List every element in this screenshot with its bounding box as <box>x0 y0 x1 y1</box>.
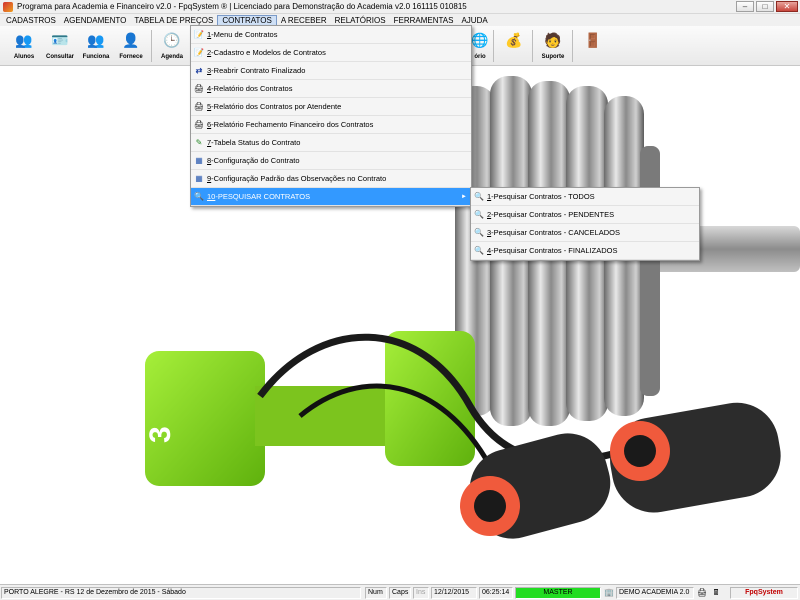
status-caps-lock: Caps <box>389 587 411 599</box>
menu-item-tabela-status[interactable]: ✎ 7 -Tabela Status do Contrato <box>191 134 471 152</box>
printer-icon: 🖨 <box>193 120 205 129</box>
jump-rope-handle-hole <box>624 435 656 467</box>
printer-icon[interactable]: 🖨 <box>697 588 707 598</box>
menu-item-menu-de-contratos[interactable]: 📝 1 -Menu de Contratos <box>191 26 471 44</box>
dumbbell-head <box>145 351 265 486</box>
menu-ferramentas[interactable]: FERRAMENTAS <box>390 15 458 26</box>
settings-icon: ▦ <box>195 156 203 165</box>
supplier-icon: 👤 <box>122 31 140 48</box>
menu-item-relatorio-contratos[interactable]: 🖨 4 -Relatório dos Contratos <box>191 80 471 98</box>
menu-item-configuracao-contrato[interactable]: ▦ 8 -Configuração do Contrato <box>191 152 471 170</box>
menu-item-pesquisar-contratos[interactable]: 🔍 10 -PESQUISAR CONTRATOS ► <box>191 188 471 206</box>
contratos-dropdown: 📝 1 -Menu de Contratos 📝 2 -Cadastro e Mod… <box>190 25 472 207</box>
status-date: 12/12/2015 <box>431 587 477 599</box>
sair-button[interactable]: 🚪 <box>575 28 611 64</box>
edit-contract-icon: 📝 <box>194 48 204 57</box>
menu-item-pesquisar-finalizados[interactable]: 🔍 4 -Pesquisar Contratos - FINALIZADOS <box>471 242 699 260</box>
menu-agendamento[interactable]: AGENDAMENTO <box>60 15 131 26</box>
title-bar: Programa para Academia e Financeiro v2.0… <box>0 0 800 14</box>
dumbbell-mark: 3 <box>144 426 177 443</box>
printer-icon: 🖨 <box>193 102 205 111</box>
status-user: MASTER <box>515 587 601 599</box>
menu-item-pesquisar-cancelados[interactable]: 🔍 3 -Pesquisar Contratos - CANCELADOS <box>471 224 699 242</box>
support-icon: 🧑 <box>544 31 562 48</box>
pesquisar-submenu: 🔍 1 -Pesquisar Contratos - TODOS 🔍 2 -Pesq… <box>470 187 700 261</box>
minimize-button[interactable]: – <box>736 1 754 12</box>
toolbar-separator <box>532 30 533 62</box>
employees-icon: 👥 <box>87 31 105 48</box>
jump-rope-handle-hole <box>474 490 506 522</box>
fornecedores-button[interactable]: 👤 Fornece <box>113 28 149 64</box>
reopen-icon: ⇄ <box>195 66 203 75</box>
students-icon: 👥 <box>15 31 33 48</box>
close-button[interactable]: ✕ <box>776 1 798 12</box>
agenda-button[interactable]: 🕒 Agenda <box>154 28 190 64</box>
menu-item-reabrir-contrato[interactable]: ⇄ 3 -Reabrir Contrato Finalizado <box>191 62 471 80</box>
alunos-button[interactable]: 👥 Alunos <box>6 28 42 64</box>
status-brand: FpqSystem <box>730 587 798 599</box>
menu-relatorios[interactable]: RELATÓRIOS <box>331 15 390 26</box>
calculator-icon[interactable]: 🖩 <box>711 588 721 598</box>
financeiro-button[interactable]: 💰 <box>496 28 532 64</box>
menu-item-configuracao-observacoes[interactable]: ▦ 9 -Configuração Padrão das Observações … <box>191 170 471 188</box>
menu-item-pesquisar-todos[interactable]: 🔍 1 -Pesquisar Contratos - TODOS <box>471 188 699 206</box>
funcionarios-button[interactable]: 👥 Funciona <box>78 28 114 64</box>
search-icon: 🔍 <box>194 192 204 201</box>
search-icon: 🔍 <box>474 246 484 255</box>
search-icon: 🔍 <box>474 210 484 219</box>
id-card-icon: 🪪 <box>51 31 69 48</box>
status-bar: PORTO ALEGRE - RS 12 de Dezembro de 2015… <box>0 584 800 600</box>
status-icon: ✎ <box>195 138 203 147</box>
status-insert: Ins <box>413 587 429 599</box>
menu-item-cadastro-modelos[interactable]: 📝 2 -Cadastro e Modelos de Contratos <box>191 44 471 62</box>
exit-icon: 🚪 <box>584 31 602 48</box>
status-num-lock: Num <box>365 587 387 599</box>
search-icon: 🔍 <box>474 228 484 237</box>
submenu-arrow-icon: ► <box>461 193 467 200</box>
report-icon: 🌐 <box>471 31 489 48</box>
notes-settings-icon: ▦ <box>195 174 203 183</box>
menu-item-relatorio-fechamento[interactable]: 🖨 6 -Relatório Fechamento Financeiro dos … <box>191 116 471 134</box>
menu-ajuda[interactable]: AJUDA <box>457 15 491 26</box>
toolbar-separator <box>151 30 152 62</box>
menu-tabela-de-precos[interactable]: TABELA DE PREÇOS <box>130 15 217 26</box>
window-title: Programa para Academia e Financeiro v2.0… <box>17 2 467 11</box>
menu-item-pesquisar-pendentes[interactable]: 🔍 2 -Pesquisar Contratos - PENDENTES <box>471 206 699 224</box>
menu-contratos[interactable]: CONTRATOS <box>217 14 277 26</box>
window-controls: – □ ✕ <box>736 1 798 12</box>
menu-cadastros[interactable]: CADASTROS <box>2 15 60 26</box>
consultar-button[interactable]: 🪪 Consultar <box>42 28 78 64</box>
finance-icon: 💰 <box>505 31 523 48</box>
dumbbell-handle <box>255 386 395 446</box>
status-company: DEMO ACADEMIA 2.0 <box>616 587 694 599</box>
status-time: 06:25:14 <box>479 587 513 599</box>
printer-icon: 🖨 <box>193 84 205 93</box>
status-location: PORTO ALEGRE - RS 12 de Dezembro de 2015… <box>1 587 361 599</box>
calendar-icon: 🕒 <box>163 31 181 48</box>
maximize-button[interactable]: □ <box>756 1 774 12</box>
toolbar-separator <box>572 30 573 62</box>
menu-a-receber[interactable]: A RECEBER <box>277 15 331 26</box>
suporte-button[interactable]: 🧑 Suporte <box>535 28 571 64</box>
company-icon: 🏢 <box>604 588 614 597</box>
weight-collar <box>640 146 660 396</box>
toolbar-separator <box>493 30 494 62</box>
search-icon: 🔍 <box>474 192 484 201</box>
contracts-icon: 📝 <box>194 30 204 39</box>
menu-item-relatorio-por-atendente[interactable]: 🖨 5 -Relatório dos Contratos por Atendent… <box>191 98 471 116</box>
app-icon <box>3 1 13 12</box>
